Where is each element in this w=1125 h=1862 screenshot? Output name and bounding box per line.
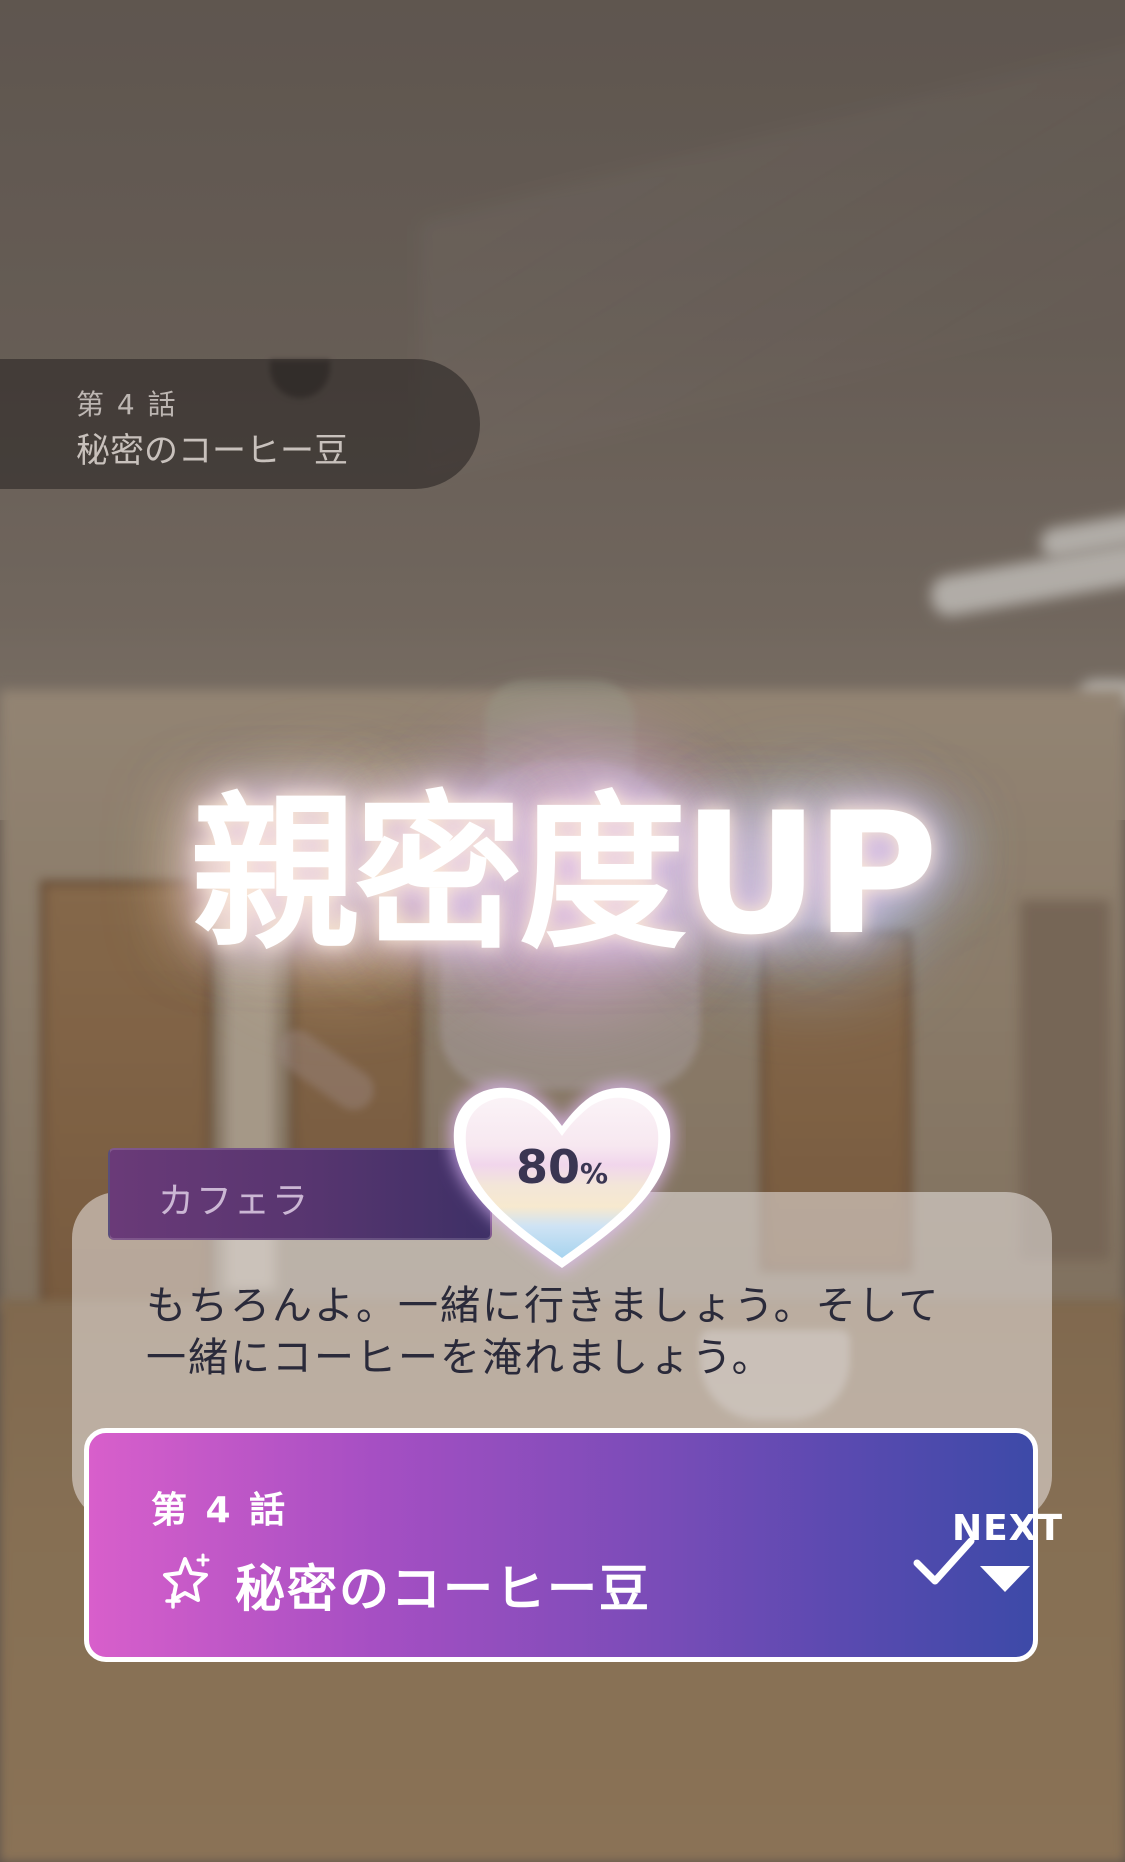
episode-card-title: 秘密のコーヒー豆 bbox=[235, 1560, 651, 1618]
dialogue-line: もちろんよ。一緒に行きましょう。そして bbox=[146, 1283, 941, 1329]
episode-header-pill: 第 4 話 秘密のコーヒー豆 bbox=[0, 359, 480, 489]
speaker-name: カフェラ bbox=[158, 1181, 311, 1222]
dialogue-text: もちろんよ。一緒に行きましょう。そして 一緒にコーヒーを淹れましょう。 bbox=[146, 1280, 986, 1384]
speaker-name-tag: カフェラ bbox=[108, 1148, 492, 1240]
next-button-label[interactable]: NEXT bbox=[952, 1508, 1063, 1549]
episode-number: 第 4 話 bbox=[76, 388, 178, 421]
dialogue-line: 一緒にコーヒーを淹れましょう。 bbox=[146, 1335, 774, 1381]
intimacy-percent-value: 80 bbox=[515, 1140, 580, 1194]
triangle-down-icon[interactable] bbox=[978, 1564, 1032, 1594]
intimacy-heart-meter: 80% bbox=[438, 1066, 686, 1282]
intimacy-percent: 80% bbox=[438, 1140, 686, 1194]
intimacy-percent-unit: % bbox=[579, 1157, 609, 1190]
intimacy-up-title: 親密度UP bbox=[190, 776, 939, 972]
episode-card-number: 第 4 話 bbox=[151, 1490, 289, 1531]
episode-card[interactable]: 第 4 話 秘密のコーヒー豆 bbox=[84, 1428, 1038, 1662]
sparkle-star-icon bbox=[163, 1553, 210, 1609]
episode-title: 秘密のコーヒー豆 bbox=[76, 431, 348, 471]
